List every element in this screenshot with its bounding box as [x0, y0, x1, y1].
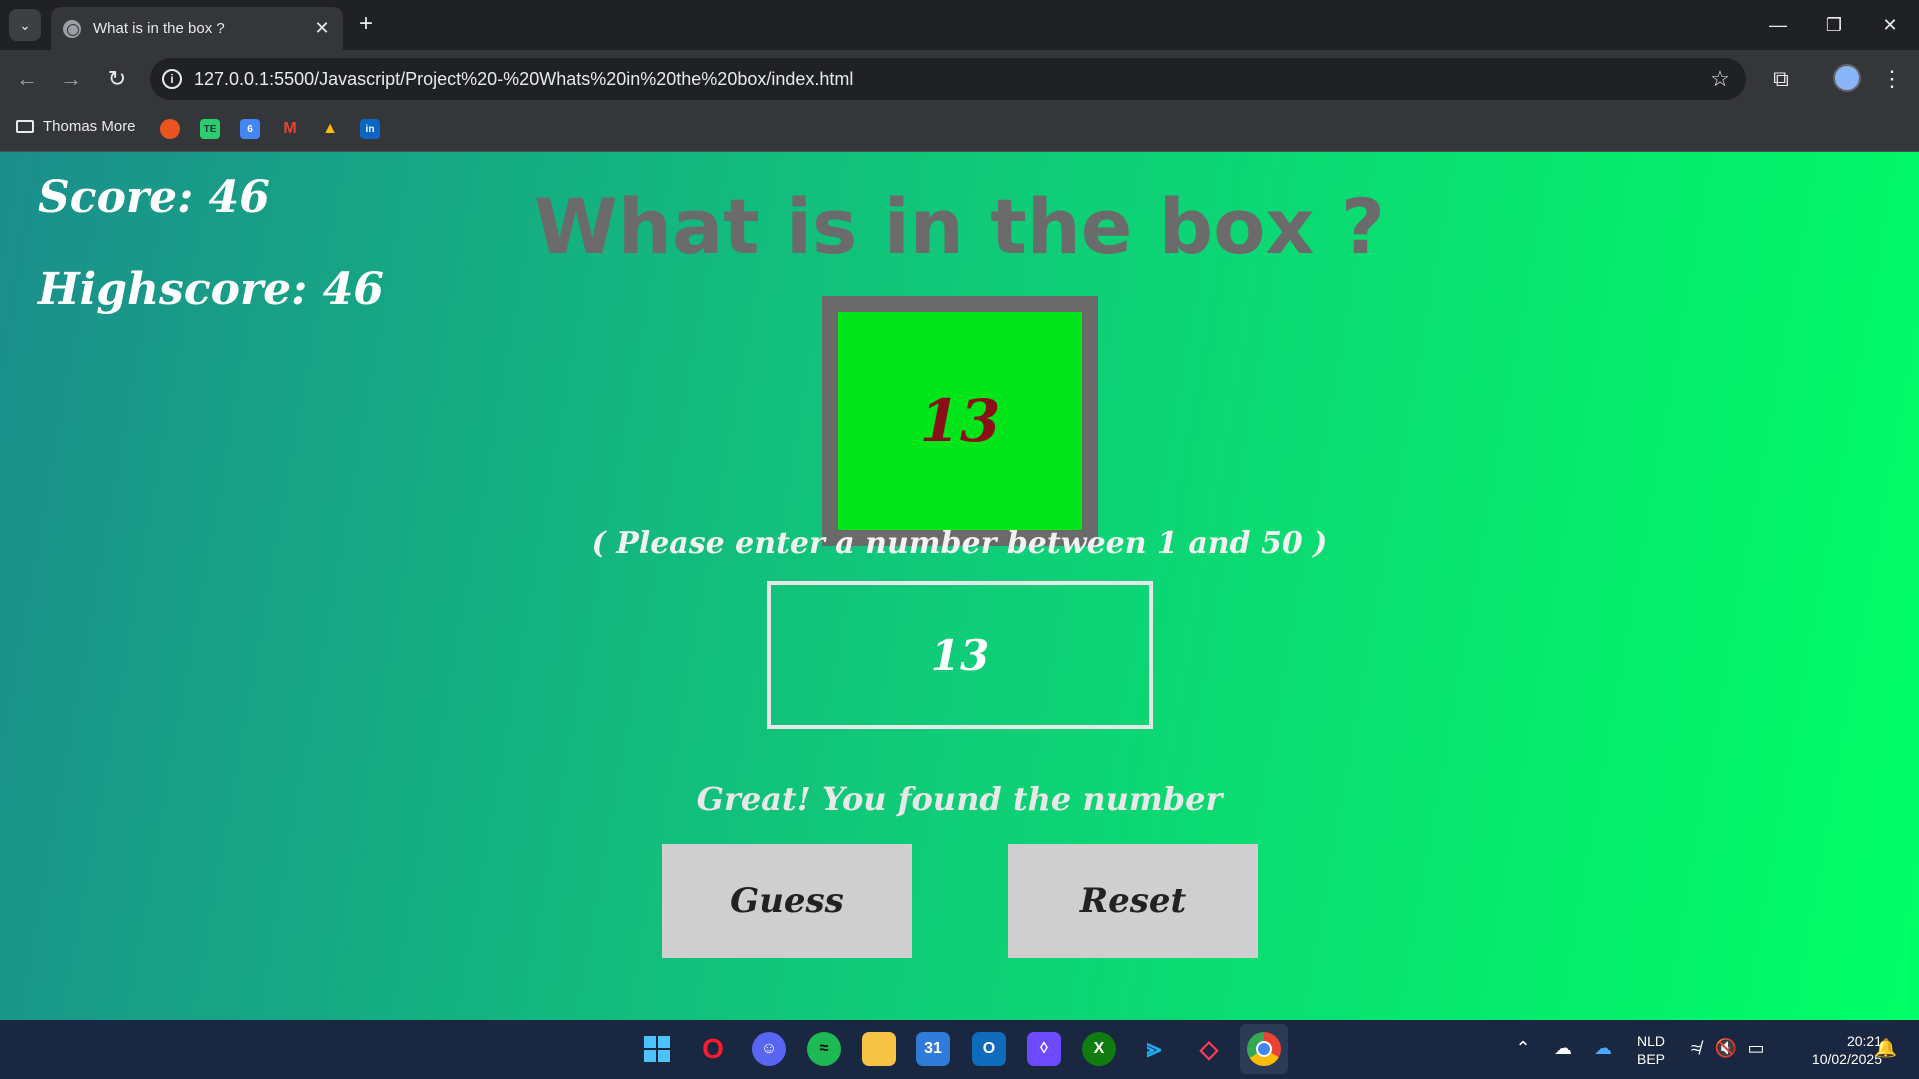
globe-icon: [63, 19, 81, 38]
te-icon[interactable]: TE: [200, 119, 220, 139]
forward-arrow-icon[interactable]: →: [56, 64, 86, 94]
onedrive-icon[interactable]: ☁: [1591, 1038, 1615, 1059]
gmail-icon[interactable]: M: [280, 119, 300, 139]
calendar-icon[interactable]: 6: [240, 119, 260, 139]
reset-button[interactable]: Reset: [1008, 844, 1258, 958]
time: 20:21: [1846, 1033, 1882, 1049]
outlook-icon[interactable]: O: [972, 1032, 1006, 1066]
reload-icon[interactable]: ↻: [102, 64, 132, 94]
battery-icon[interactable]: ▭: [1744, 1038, 1768, 1059]
tab-title: What is in the box ?: [93, 20, 225, 37]
xbox-icon[interactable]: X: [1082, 1032, 1116, 1066]
linkedin-icon[interactable]: in: [360, 119, 380, 139]
vscode-icon[interactable]: ⪢: [1137, 1032, 1171, 1066]
windows-start-icon[interactable]: [640, 1032, 674, 1066]
profile-avatar[interactable]: [1833, 64, 1861, 92]
browser-tab[interactable]: What is in the box ? ✕: [51, 7, 343, 50]
bookmarks-bar: Thomas More TE 6 M ▲ in: [0, 108, 1919, 152]
address-bar[interactable]: i 127.0.0.1:5500/Javascript/Project%20-%…: [150, 58, 1746, 100]
secret-number: 13: [838, 312, 1082, 530]
tab-strip: ⌄ What is in the box ? ✕ + — ❐ ✕: [0, 0, 1919, 50]
site-info-icon[interactable]: i: [162, 69, 182, 89]
notification-bell-icon[interactable]: 🔔: [1874, 1038, 1898, 1059]
guess-button[interactable]: Guess: [662, 844, 912, 958]
bookmark-folder-label: Thomas More: [43, 118, 136, 135]
restore-button[interactable]: ❐: [1806, 0, 1862, 50]
close-window-button[interactable]: ✕: [1862, 0, 1918, 50]
bookmark-star-icon[interactable]: ☆: [1706, 66, 1734, 92]
bookmark-folder[interactable]: Thomas More: [16, 118, 136, 135]
date: 10/02/2025: [1811, 1051, 1882, 1067]
folder-icon: [16, 120, 34, 133]
spotify-icon[interactable]: ≈: [807, 1032, 841, 1066]
discord-icon[interactable]: ☺: [752, 1032, 786, 1066]
more-menu-icon[interactable]: ⋮: [1876, 63, 1908, 95]
browser-toolbar: ← → ↻ i 127.0.0.1:5500/Javascript/Projec…: [0, 50, 1919, 108]
ubuntu-icon[interactable]: [160, 119, 180, 139]
minimize-button[interactable]: —: [1750, 0, 1806, 50]
opera-icon[interactable]: O: [696, 1032, 730, 1066]
language-indicator[interactable]: NLD BEP: [1629, 1032, 1673, 1068]
guess-input[interactable]: [767, 581, 1153, 729]
extensions-icon[interactable]: ⧉: [1765, 63, 1797, 95]
range-hint: ( Please enter a number between 1 and 50…: [591, 526, 1328, 561]
result-message: Great! You found the number: [696, 780, 1223, 818]
close-tab-button[interactable]: ✕: [311, 18, 333, 40]
calendar-icon[interactable]: 31: [916, 1032, 950, 1066]
show-hidden-icons-icon[interactable]: ⌃: [1511, 1038, 1535, 1059]
url-text[interactable]: 127.0.0.1:5500/Javascript/Project%20-%20…: [194, 69, 1706, 90]
language-code: NLD: [1636, 1033, 1665, 1049]
keyboard-layout: BEP: [1636, 1051, 1665, 1067]
clock[interactable]: 20:21 10/02/2025: [1782, 1032, 1882, 1068]
onedrive-personal-icon[interactable]: ☁: [1551, 1038, 1575, 1059]
game-page: Score: 46 Highscore: 46 What is in the b…: [0, 152, 1919, 1020]
volume-muted-icon[interactable]: 🔇: [1714, 1038, 1738, 1059]
drive-icon[interactable]: ▲: [320, 119, 340, 139]
back-arrow-icon[interactable]: ←: [12, 64, 42, 94]
file-explorer-icon[interactable]: [862, 1032, 896, 1066]
proton-icon[interactable]: ◊: [1027, 1032, 1061, 1066]
highscore-label: Highscore: 46: [38, 264, 384, 315]
chrome-icon[interactable]: [1247, 1032, 1281, 1066]
page-title: What is in the box ?: [534, 182, 1385, 271]
wifi-icon[interactable]: ≉: [1684, 1038, 1708, 1059]
tab-search-button[interactable]: ⌄: [9, 9, 41, 41]
mystery-box: 13: [822, 296, 1098, 546]
new-tab-button[interactable]: +: [352, 10, 380, 38]
app-icon[interactable]: ◇: [1192, 1032, 1226, 1066]
taskbar: O ☺ ≈ 31 O ◊ X ⪢ ◇ ⌃ ☁ ☁ NLD BEP ≉ 🔇 ▭ 2…: [0, 1020, 1919, 1079]
